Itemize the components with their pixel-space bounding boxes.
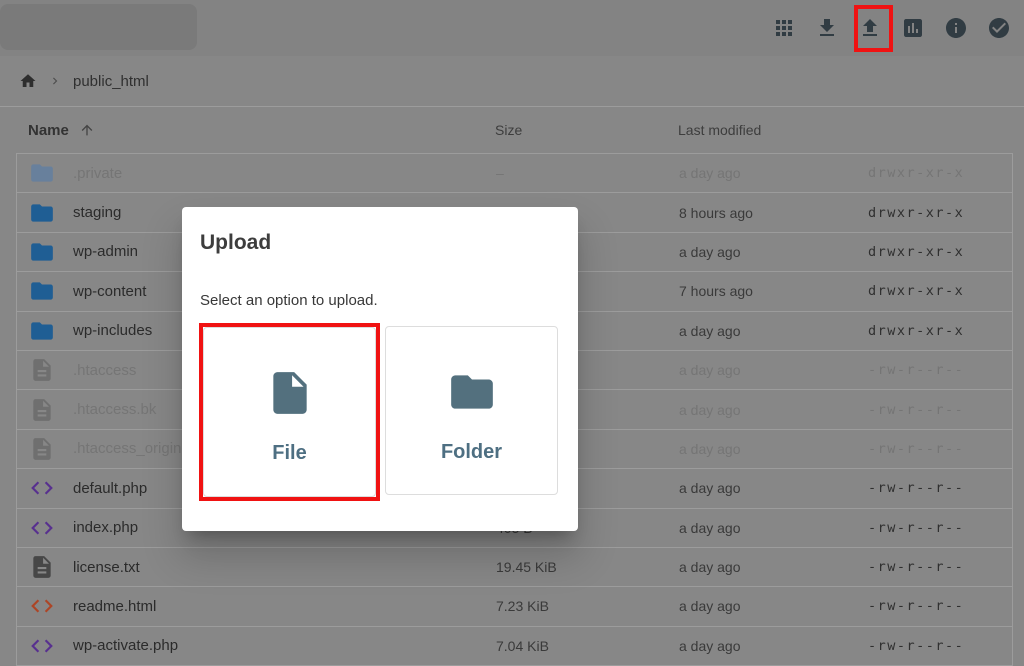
folder-icon [29, 318, 55, 344]
file-name: .htaccess_original [73, 440, 193, 457]
file-modified: a day ago [679, 548, 741, 586]
folder-icon [29, 239, 55, 265]
code-icon [29, 515, 55, 541]
file-size: 7.23 KiB [496, 587, 549, 625]
file-name: wp-includes [73, 322, 152, 339]
file-name: wp-admin [73, 243, 138, 260]
file-size: – [496, 154, 504, 192]
table-row[interactable]: .private – a day ago drwxr-xr-x [17, 154, 1012, 193]
download-icon[interactable] [815, 16, 839, 40]
file-permissions: drwxr-xr-x [868, 312, 964, 350]
file-modified: a day ago [679, 430, 741, 468]
file-modified: a day ago [679, 587, 741, 625]
file-permissions: drwxr-xr-x [868, 154, 964, 192]
file-icon [265, 368, 315, 418]
file-name: .htaccess.bk [73, 401, 156, 418]
code-icon [29, 593, 55, 619]
file-size: 19.45 KiB [496, 548, 557, 586]
file-name: wp-activate.php [73, 637, 178, 654]
file-permissions: -rw-r--r-- [868, 509, 964, 547]
file-name: wp-content [73, 283, 146, 300]
toolbar-actions [772, 0, 1011, 56]
file-name: readme.html [73, 598, 156, 615]
modal-subtitle: Select an option to upload. [200, 292, 378, 309]
sort-ascending-icon [79, 122, 95, 138]
breadcrumb: public_html [0, 56, 1024, 107]
file-modified: a day ago [679, 469, 741, 507]
file-permissions: drwxr-xr-x [868, 233, 964, 271]
upload-icon[interactable] [858, 16, 882, 40]
file-name: .htaccess [73, 362, 136, 379]
table-header: Name Size Last modified [0, 107, 1024, 153]
file-icon [29, 397, 55, 423]
folder-icon [29, 278, 55, 304]
file-permissions: -rw-r--r-- [868, 587, 964, 625]
grid-view-icon[interactable] [772, 16, 796, 40]
table-row[interactable]: readme.html 7.23 KiB a day ago -rw-r--r-- [17, 587, 1012, 626]
column-header-modified[interactable]: Last modified [678, 107, 761, 153]
column-name-label: Name [28, 122, 69, 139]
column-header-name[interactable]: Name [28, 107, 95, 153]
file-name: index.php [73, 519, 138, 536]
file-permissions: -rw-r--r-- [868, 390, 964, 428]
table-row[interactable]: wp-activate.php 7.04 KiB a day ago -rw-r--r… [17, 627, 1012, 666]
file-name: license.txt [73, 559, 140, 576]
file-modified: a day ago [679, 233, 741, 271]
upload-option-file[interactable]: File [203, 327, 376, 497]
file-size: 7.04 KiB [496, 627, 549, 665]
home-icon[interactable] [19, 72, 37, 90]
file-modified: a day ago [679, 351, 741, 389]
file-name: default.php [73, 480, 147, 497]
file-permissions: -rw-r--r-- [868, 469, 964, 507]
info-icon[interactable] [944, 16, 968, 40]
file-modified: a day ago [679, 509, 741, 547]
chevron-right-icon [48, 74, 62, 88]
file-name: .private [73, 165, 122, 182]
file-permissions: -rw-r--r-- [868, 430, 964, 468]
file-permissions: -rw-r--r-- [868, 627, 964, 665]
upload-option-label: Folder [441, 441, 502, 464]
file-icon [29, 554, 55, 580]
disk-usage-icon[interactable] [901, 16, 925, 40]
folder-icon [447, 367, 497, 417]
upload-option-label: File [272, 442, 306, 465]
table-row[interactable]: license.txt 19.45 KiB a day ago -rw-r--r-- [17, 548, 1012, 587]
folder-icon [29, 160, 55, 186]
file-modified: a day ago [679, 627, 741, 665]
file-icon [29, 357, 55, 383]
toolbar [0, 0, 1024, 56]
file-modified: 7 hours ago [679, 272, 753, 310]
file-permissions: -rw-r--r-- [868, 351, 964, 389]
code-icon [29, 633, 55, 659]
logo-placeholder [0, 4, 197, 50]
file-permissions: -rw-r--r-- [868, 548, 964, 586]
file-permissions: drwxr-xr-x [868, 193, 964, 231]
file-permissions: drwxr-xr-x [868, 272, 964, 310]
code-icon [29, 475, 55, 501]
column-header-size[interactable]: Size [495, 107, 522, 153]
file-name: staging [73, 204, 121, 221]
folder-icon [29, 200, 55, 226]
file-modified: a day ago [679, 154, 741, 192]
breadcrumb-folder[interactable]: public_html [73, 73, 149, 90]
file-icon [29, 436, 55, 462]
modal-title: Upload [200, 231, 271, 255]
upload-option-folder[interactable]: Folder [385, 326, 558, 495]
file-modified: a day ago [679, 390, 741, 428]
file-modified: a day ago [679, 312, 741, 350]
file-modified: 8 hours ago [679, 193, 753, 231]
select-all-icon[interactable] [987, 16, 1011, 40]
upload-modal: Upload Select an option to upload. File F… [182, 207, 578, 531]
